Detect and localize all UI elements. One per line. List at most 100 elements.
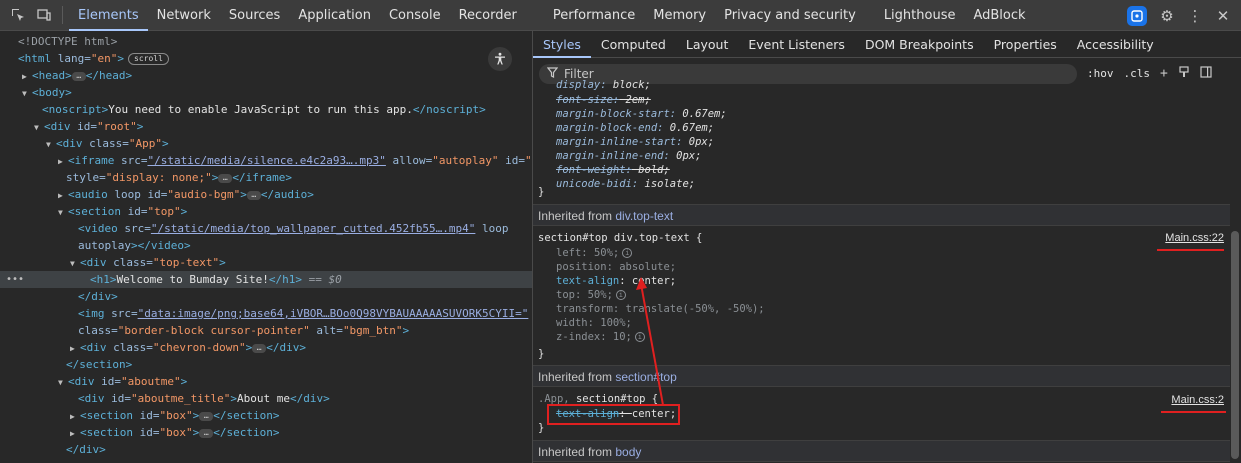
tab-performance[interactable]: Performance <box>544 0 644 31</box>
dom-div-aboutme-title[interactable]: <div id="aboutme_title">About me</div> <box>0 390 532 407</box>
inspect-icon[interactable] <box>6 3 30 27</box>
tab-styles[interactable]: Styles <box>533 31 591 58</box>
accessibility-icon[interactable] <box>488 47 512 71</box>
styles-scrollbar[interactable] <box>1231 231 1239 459</box>
ua-prop-row[interactable]: font-weight: bold; <box>556 163 670 177</box>
dom-noscript[interactable]: <noscript>You need to enable JavaScript … <box>0 101 532 118</box>
toggle-sidebar-icon[interactable] <box>1200 65 1212 82</box>
dom-video[interactable]: <video src="/static/media/top_wallpaper_… <box>0 220 532 237</box>
cls-toggle[interactable]: .cls <box>1124 67 1151 80</box>
ellipsis-badge[interactable]: … <box>71 71 86 81</box>
rule1-prop-row[interactable]: transform: translate(-50%, -50%); <box>556 302 765 316</box>
dom-iframe[interactable]: ▶ <iframe src="/static/media/silence.e4c2… <box>0 152 532 169</box>
ua-prop-row[interactable]: unicode-bidi: isolate; <box>556 177 695 191</box>
ellipsis-badge[interactable]: … <box>199 411 214 421</box>
dom-div-close[interactable]: </div> <box>0 288 532 305</box>
tab-sources[interactable]: Sources <box>220 0 289 31</box>
ua-prop-row[interactable]: margin-block-end: 0.67em; <box>556 121 714 135</box>
rule1-prop-row[interactable]: position: absolute; <box>556 260 676 274</box>
dom-head[interactable]: ▶ <head>… </head> <box>0 67 532 84</box>
rule1-prop-row[interactable]: z-index: 10; i <box>556 330 645 344</box>
dom-div-aboutme[interactable]: ▼ <div id="aboutme"> <box>0 373 532 390</box>
iframe-src-link[interactable]: "/static/media/silence.e4c2a93….mp3" <box>147 154 385 167</box>
dom-div-root[interactable]: ▼ <div id="root"> <box>0 118 532 135</box>
tab-elements[interactable]: Elements <box>69 0 148 31</box>
dom-video-cont[interactable]: autoplay></video> <box>0 237 532 254</box>
dom-section-top[interactable]: ▼ <section id="top"> <box>0 203 532 220</box>
ua-prop-row[interactable]: font-size: 2em; <box>556 93 651 107</box>
expand-triangle-icon[interactable]: ▶ <box>70 340 80 357</box>
tab-console[interactable]: Console <box>380 0 450 31</box>
expand-triangle-icon[interactable]: ▶ <box>58 187 68 204</box>
dom-div-chevron[interactable]: ▶ <div class="chevron-down">… </div> <box>0 339 532 356</box>
rule1-prop-row[interactable]: text-align: center; <box>556 274 676 288</box>
rule1-prop-row[interactable]: left: 50%; i <box>556 246 633 260</box>
tab-properties[interactable]: Properties <box>984 31 1067 58</box>
ua-prop-row[interactable]: margin-inline-end: 0px; <box>556 149 701 163</box>
expand-triangle-icon[interactable]: ▶ <box>22 68 32 85</box>
rule1-prop-row[interactable]: width: 100%; <box>556 316 632 330</box>
expand-triangle-icon[interactable]: ▶ <box>70 425 80 442</box>
collapse-triangle-icon[interactable]: ▼ <box>46 136 56 153</box>
scroll-badge[interactable]: scroll <box>128 53 169 65</box>
tab-lighthouse[interactable]: Lighthouse <box>875 0 965 31</box>
ua-prop-row[interactable]: margin-block-start: 0.67em; <box>556 107 727 121</box>
info-icon[interactable]: i <box>615 290 626 300</box>
add-rule-icon[interactable]: + <box>1160 66 1168 81</box>
collapse-triangle-icon[interactable]: ▼ <box>58 204 68 221</box>
collapse-triangle-icon[interactable]: ▼ <box>22 85 32 102</box>
collapse-triangle-icon[interactable]: ▼ <box>58 374 68 391</box>
dom-section-box[interactable]: ▶ <section id="box">… </section> <box>0 424 532 441</box>
device-toolbar-icon[interactable] <box>32 3 56 27</box>
dom-img-cont[interactable]: class="border-block cursor-pointer" alt=… <box>0 322 532 339</box>
expand-triangle-icon[interactable]: ▶ <box>58 153 68 170</box>
dom-body[interactable]: ▼ <body> <box>0 84 532 101</box>
img-src-link[interactable]: "data:image/png;base64,iVBOR…BOo0Q98VYBA… <box>138 307 529 320</box>
more-vert-icon[interactable]: ⋮ <box>1183 4 1207 28</box>
ua-prop-row[interactable]: margin-inline-start: 0px; <box>556 135 714 149</box>
tab-computed[interactable]: Computed <box>591 31 676 58</box>
tab-dom-breakpoints[interactable]: DOM Breakpoints <box>855 31 984 58</box>
dom-div-close[interactable]: </div> <box>0 441 532 458</box>
dom-section-close[interactable]: </section> <box>0 356 532 373</box>
dom-section-box[interactable]: ▶ <section id="box">… </section> <box>0 407 532 424</box>
ellipsis-badge[interactable]: … <box>199 428 214 438</box>
rule1-prop-row[interactable]: top: 50%; i <box>556 288 626 302</box>
tab-application[interactable]: Application <box>289 0 380 31</box>
tab-accessibility[interactable]: Accessibility <box>1067 31 1164 58</box>
dom-iframe-cont[interactable]: style="display: none;">… </iframe> <box>0 169 532 186</box>
expand-triangle-icon[interactable]: ▶ <box>70 408 80 425</box>
hov-toggle[interactable]: :hov <box>1087 67 1114 80</box>
dom-h1-selected[interactable]: ••• <h1>Welcome to Bumday Site!</h1> == $… <box>0 271 532 288</box>
tab-event-listeners[interactable]: Event Listeners <box>738 31 855 58</box>
rule2-source-link[interactable]: Main.css:2 <box>1171 394 1224 406</box>
dom-html[interactable]: <html lang="en"> scroll <box>0 50 532 67</box>
inherited-selector-link[interactable]: div.top-text <box>615 209 673 223</box>
info-icon[interactable]: i <box>634 332 645 342</box>
collapse-triangle-icon[interactable]: ▼ <box>70 255 80 272</box>
tab-adblock[interactable]: AdBlock <box>964 0 1034 31</box>
dom-img[interactable]: <img src="data:image/png;base64,iVBOR…BO… <box>0 305 532 322</box>
gear-icon[interactable]: ⚙ <box>1155 4 1179 28</box>
inherited-selector-link[interactable]: section#top <box>615 370 676 384</box>
close-icon[interactable]: ✕ <box>1211 4 1235 28</box>
tab-network[interactable]: Network <box>148 0 220 31</box>
inherited-selector-link[interactable]: body <box>615 445 641 459</box>
tab-privacy-security[interactable]: Privacy and security <box>715 0 865 31</box>
ellipsis-badge[interactable]: … <box>218 173 233 183</box>
rule1-source-link[interactable]: Main.css:22 <box>1165 232 1224 244</box>
copilot-icon[interactable] <box>1127 6 1147 26</box>
paint-brush-icon[interactable] <box>1178 65 1190 82</box>
ellipsis-badge[interactable]: … <box>246 190 261 200</box>
video-src-link[interactable]: "/static/media/top_wallpaper_cutted.452f… <box>151 222 476 235</box>
tab-layout[interactable]: Layout <box>676 31 739 58</box>
dom-div-toptext[interactable]: ▼ <div class="top-text"> <box>0 254 532 271</box>
rule1-selector[interactable]: section#top div.top-text { <box>538 231 702 245</box>
tab-memory[interactable]: Memory <box>644 0 715 31</box>
more-dots-icon[interactable]: ••• <box>6 271 24 288</box>
dom-doctype[interactable]: <!DOCTYPE html> <box>0 33 532 50</box>
dom-audio[interactable]: ▶ <audio loop id="audio-bgm">… </audio> <box>0 186 532 203</box>
dom-div-app[interactable]: ▼ <div class="App"> <box>0 135 532 152</box>
collapse-triangle-icon[interactable]: ▼ <box>34 119 44 136</box>
ellipsis-badge[interactable]: … <box>252 343 267 353</box>
